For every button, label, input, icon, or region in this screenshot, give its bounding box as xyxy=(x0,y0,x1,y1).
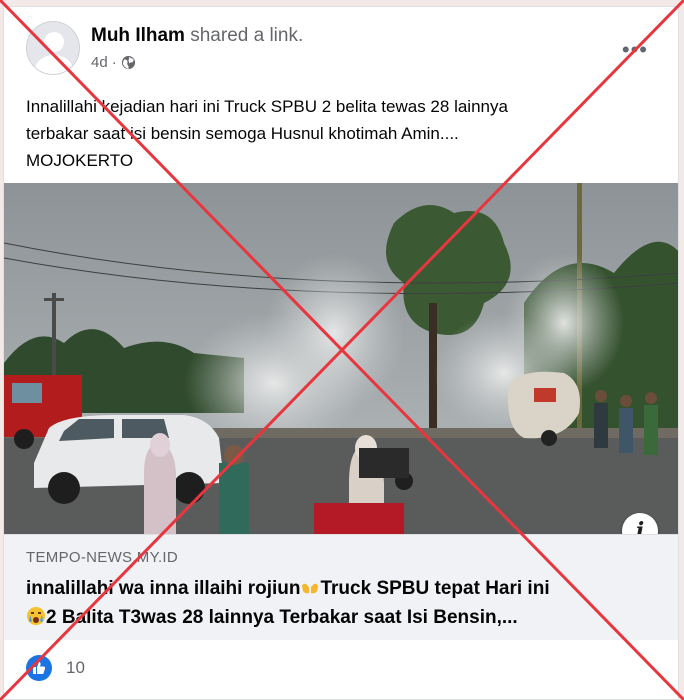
share-action: shared a link. xyxy=(184,25,304,46)
author-line: Muh Ilham shared a link. xyxy=(91,25,303,47)
thumbs-up-icon xyxy=(33,662,46,674)
reactions-bar: 10 xyxy=(26,655,85,681)
post-meta: 4d · xyxy=(91,54,136,71)
link-title-part1: innalillahi wa inna illaihi rojiun xyxy=(26,578,301,599)
avatar-head xyxy=(44,32,64,52)
post-time[interactable]: 4d xyxy=(91,54,108,71)
link-preview[interactable]: TEMPO-NEWS.MY.ID innalillahi wa inna ill… xyxy=(4,534,678,640)
link-domain: TEMPO-NEWS.MY.ID xyxy=(26,549,179,566)
fire-scene-photo xyxy=(4,183,678,534)
post-header: Muh Ilham shared a link. 4d · ••• xyxy=(4,7,678,87)
post-card: Muh Ilham shared a link. 4d · ••• Innali… xyxy=(3,6,679,700)
meta-separator: · xyxy=(111,54,117,71)
link-title-part3: 2 Balita T3was 28 lainnya Terbakar saat … xyxy=(46,607,518,628)
link-title[interactable]: innalillahi wa inna illaihi rojiun Truck… xyxy=(26,574,646,632)
post-text: Innalillahi kejadian hari ini Truck SPBU… xyxy=(26,97,508,170)
reaction-count[interactable]: 10 xyxy=(66,658,85,678)
link-preview-image[interactable]: i xyxy=(4,183,678,534)
link-title-part2: Truck SPBU tepat Hari ini xyxy=(320,578,550,599)
like-icon[interactable] xyxy=(26,655,52,681)
palms-up-emoji-icon xyxy=(302,583,319,594)
crying-face-emoji-icon xyxy=(27,607,45,625)
more-options-icon[interactable]: ••• xyxy=(622,37,648,63)
globe-icon[interactable] xyxy=(121,55,136,70)
avatar[interactable] xyxy=(26,21,80,75)
avatar-body xyxy=(35,55,73,74)
author-name[interactable]: Muh Ilham xyxy=(91,25,185,46)
